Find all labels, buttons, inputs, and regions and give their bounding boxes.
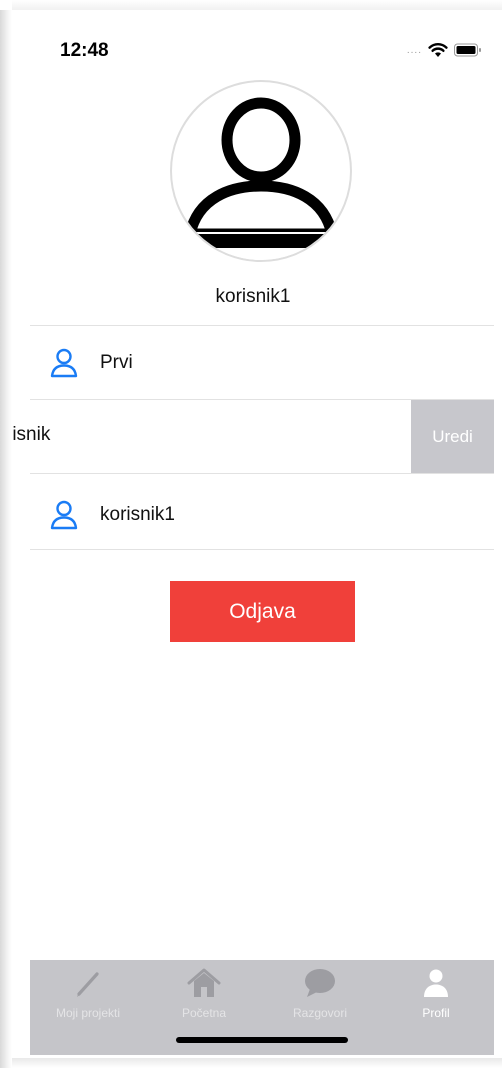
status-icons: .... <box>407 40 482 60</box>
edit-button[interactable]: Uredi <box>411 400 494 473</box>
person-icon <box>418 968 454 998</box>
tab-label: Moji projekti <box>55 1006 121 1020</box>
tab-my-projects[interactable]: Moji projekti <box>30 960 146 1030</box>
home-indicator[interactable] <box>176 1037 348 1043</box>
username-value: korisnik1 <box>100 504 175 525</box>
phone-screen: 12:48 .... korisnik1 Prvi isnik Uredi ko… <box>12 10 494 1058</box>
wifi-icon <box>428 42 448 58</box>
frame-shadow-bottom <box>12 1058 502 1068</box>
pencil-icon <box>70 968 106 998</box>
tab-profile[interactable]: Profil <box>378 960 494 1030</box>
person-placeholder-icon <box>184 97 338 260</box>
frame-shadow-left <box>0 10 12 1068</box>
house-icon <box>186 968 222 998</box>
divider <box>30 325 494 326</box>
tab-conversations[interactable]: Razgovori <box>262 960 378 1030</box>
battery-icon <box>454 43 482 57</box>
speech-bubble-icon <box>302 968 338 998</box>
person-outline-icon <box>50 348 78 383</box>
tab-bar: Moji projekti Početna Razgovori Profil <box>30 960 494 1055</box>
divider <box>30 549 494 550</box>
avatar[interactable] <box>170 80 352 262</box>
signal-indicator: .... <box>406 44 422 56</box>
person-outline-icon <box>50 500 78 535</box>
divider <box>30 473 494 474</box>
frame-shadow-top <box>12 0 502 10</box>
tab-label: Razgovori <box>292 1006 348 1020</box>
last-name-row[interactable]: risnik Uredi <box>12 400 494 473</box>
tab-label: Početna <box>181 1006 227 1020</box>
logout-button[interactable]: Odjava <box>170 581 355 642</box>
tab-label: Profil <box>422 1006 450 1020</box>
first-name-value: Prvi <box>100 352 133 373</box>
last-name-value: risnik <box>12 424 51 445</box>
profile-username: korisnik1 <box>215 286 291 307</box>
status-time: 12:48 <box>60 40 109 61</box>
tab-home[interactable]: Početna <box>146 960 262 1030</box>
screenshot-frame: 12:48 .... korisnik1 Prvi isnik Uredi ko… <box>0 0 502 1068</box>
